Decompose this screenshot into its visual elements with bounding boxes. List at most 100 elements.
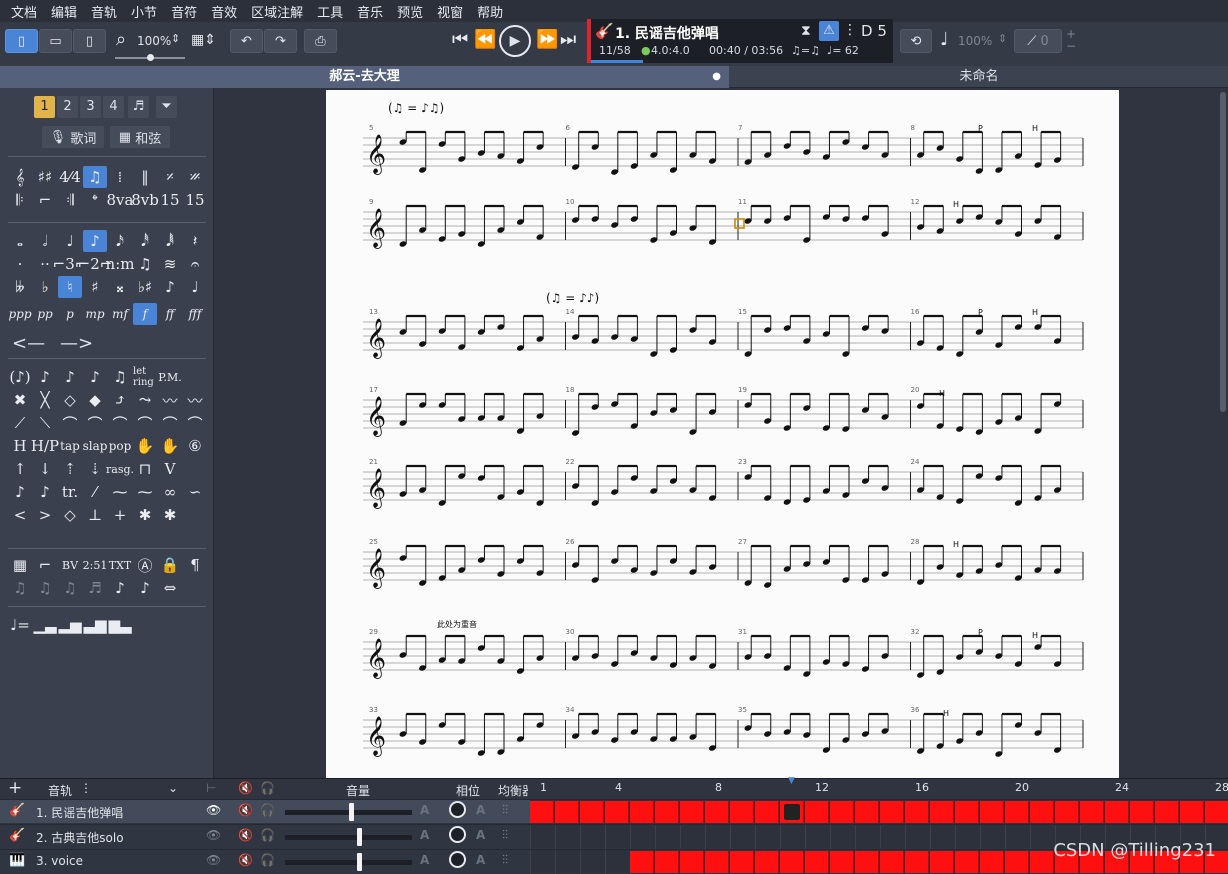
bar-cell[interactable] (805, 801, 829, 823)
visibility-eye-icon[interactable]: 👁 (206, 803, 221, 817)
chord-button[interactable]: ▦ 和弦 (110, 126, 170, 148)
dynamic-ff-icon[interactable]: ff (158, 303, 182, 325)
sharp-icon[interactable]: ♯ (83, 276, 107, 298)
arpeggio-up-icon[interactable]: ⇡ (58, 458, 82, 480)
solo-icon[interactable]: 🎧 (260, 803, 275, 817)
barre-icon[interactable]: ⌐ (33, 554, 57, 576)
bar-cell[interactable] (630, 801, 654, 823)
pan-knob[interactable] (449, 851, 466, 868)
bar-cell[interactable] (980, 801, 1004, 823)
more-options-icon[interactable]: ⋮ (843, 22, 857, 38)
dead-note-icon[interactable]: ✖ (8, 389, 32, 411)
undo-button[interactable]: ↶ (230, 29, 263, 53)
down-stroke-icon[interactable]: ⊓ (133, 458, 157, 480)
quindicesima-down-icon[interactable]: 15 (183, 189, 207, 211)
enharmonic-icon[interactable]: ♭♯ (133, 276, 157, 298)
bend-icon[interactable]: ⤴ (108, 389, 132, 411)
grace-eighth-alt-icon[interactable]: ♪ (33, 481, 57, 503)
track-name[interactable]: 3. voice (36, 854, 83, 868)
slide-down-icon[interactable]: ⌒ (158, 412, 182, 434)
bar-cell[interactable] (1080, 801, 1104, 823)
count-in-icon[interactable]: ⚠ (819, 21, 839, 41)
track-row[interactable]: 🎸2. 古典吉他solo👁🔇🎧AA⫶⫶ (0, 824, 530, 848)
pick-scrape-icon[interactable]: ⁓ (108, 481, 132, 503)
whammy-icon[interactable]: ⤳ (133, 389, 157, 411)
track-name[interactable]: 2. 古典吉他solo (36, 829, 124, 846)
voice-1-button[interactable]: 1 (34, 96, 55, 118)
speed-stepper-icon[interactable]: ⇕ (998, 32, 1007, 45)
repeat-two-bars-icon[interactable]: 𝄏 (183, 166, 207, 188)
automation-a-icon[interactable]: A (420, 853, 429, 867)
menu-item-7[interactable]: 工具 (310, 2, 350, 21)
menu-item-4[interactable]: 音符 (164, 2, 204, 21)
bar-cell[interactable] (655, 851, 679, 873)
chord-grid-icon[interactable]: ▦ (8, 554, 32, 576)
slur-icon[interactable]: ⌒ (183, 412, 207, 434)
fermata-icon[interactable]: 𝄐 (183, 253, 207, 275)
grace-note-after-icon[interactable]: ♩ (183, 276, 207, 298)
bar-cell[interactable] (855, 801, 879, 823)
let-ring-icon[interactable]: let ring (133, 366, 157, 388)
bar-cell[interactable] (1180, 801, 1204, 823)
slide-in-icon[interactable]: ⟋ (8, 412, 32, 434)
volume-slider-handle[interactable] (357, 828, 362, 846)
arpeggio-down-icon[interactable]: ⇣ (83, 458, 107, 480)
voice-3-button[interactable]: 3 (80, 96, 101, 118)
lyrics-button[interactable]: 🎙 歌词 (42, 126, 104, 148)
bar-cell[interactable] (705, 801, 729, 823)
bar-cell[interactable] (780, 801, 804, 823)
bar-cell[interactable] (855, 851, 879, 873)
bar-cell[interactable] (955, 801, 979, 823)
bar-line-icon[interactable]: ‖ (133, 166, 157, 188)
volume-automation-icon[interactable]: ▁▃ (33, 614, 57, 636)
beam-group-icon[interactable]: ♫ (33, 577, 57, 599)
zoom-value[interactable]: 100% (137, 34, 171, 48)
volume-slider[interactable] (285, 835, 412, 840)
tie-note-icon[interactable]: ♫ (108, 366, 132, 388)
thirty-second-note-icon[interactable]: 𝅘𝅥𝅰 (133, 230, 157, 252)
string-six-icon[interactable]: ⑥ (183, 435, 207, 457)
bar-cell[interactable] (955, 851, 979, 873)
view-vertical-button[interactable]: ▯ (73, 29, 106, 53)
x-note-icon[interactable]: ╳ (33, 389, 57, 411)
mute-icon[interactable]: 🔇 (238, 828, 253, 842)
pan-automation-icon[interactable]: ▂▅ (58, 614, 82, 636)
time-signature-icon[interactable]: 4⁄4 (58, 166, 82, 188)
timer-icon[interactable]: 2:51 (83, 554, 107, 576)
vertical-scrollbar[interactable] (1220, 92, 1226, 412)
bar-cell[interactable] (730, 851, 754, 873)
beam-down-button[interactable]: ⏷ (156, 96, 177, 118)
visibility-eye-icon[interactable]: 👁 (206, 853, 221, 867)
bar-cell[interactable] (1155, 801, 1179, 823)
bar-cell[interactable] (805, 851, 829, 873)
bar-cell[interactable] (755, 801, 779, 823)
hammer-pull-icon[interactable]: H/P (33, 435, 57, 457)
ottava-up-icon[interactable]: 8va (108, 189, 132, 211)
bar-cell[interactable] (1205, 801, 1228, 823)
mute-icon[interactable]: 🔇 (238, 853, 253, 867)
menu-item-11[interactable]: 帮助 (470, 2, 510, 21)
redo-button[interactable]: ↷ (264, 29, 297, 53)
pan-automation-icon[interactable]: A (476, 803, 485, 817)
menu-item-6[interactable]: 区域注解 (244, 2, 310, 21)
golpe-icon[interactable]: ⁓ (133, 481, 157, 503)
automation-a-icon[interactable]: A (420, 803, 429, 817)
bar-cell[interactable] (880, 851, 904, 873)
vibrato-icon[interactable]: 〰 (158, 389, 182, 411)
strum-up-icon[interactable]: ↑ (8, 458, 32, 480)
strum-down-icon[interactable]: ↓ (33, 458, 57, 480)
bar-cell[interactable] (830, 851, 854, 873)
double-flat-icon[interactable]: 𝄫 (8, 276, 32, 298)
section-icon[interactable]: Ⓐ (133, 554, 157, 576)
staccato-icon[interactable]: ♪ (83, 366, 107, 388)
track-row[interactable]: 🎹3. voice👁🔇🎧AA⫶⫶ (0, 849, 530, 873)
score-page[interactable]: 𝄞5678𝄞9101112𝄞13141516𝄞17181920𝄞21222324… (326, 90, 1119, 778)
crescendo-icon[interactable]: <— (12, 333, 45, 354)
coda-icon[interactable]: 𝄌 (83, 189, 107, 211)
left-hand-icon[interactable]: ✋ (133, 435, 157, 457)
play-button[interactable]: ▶ (499, 25, 531, 57)
equalizer-icon[interactable]: ⫶⫶ (502, 828, 508, 843)
repeat-bar-icon[interactable]: 𝄎 (158, 166, 182, 188)
dynamic-ppp-icon[interactable]: ppp (8, 303, 32, 325)
pan-automation-icon[interactable]: A (476, 828, 485, 842)
